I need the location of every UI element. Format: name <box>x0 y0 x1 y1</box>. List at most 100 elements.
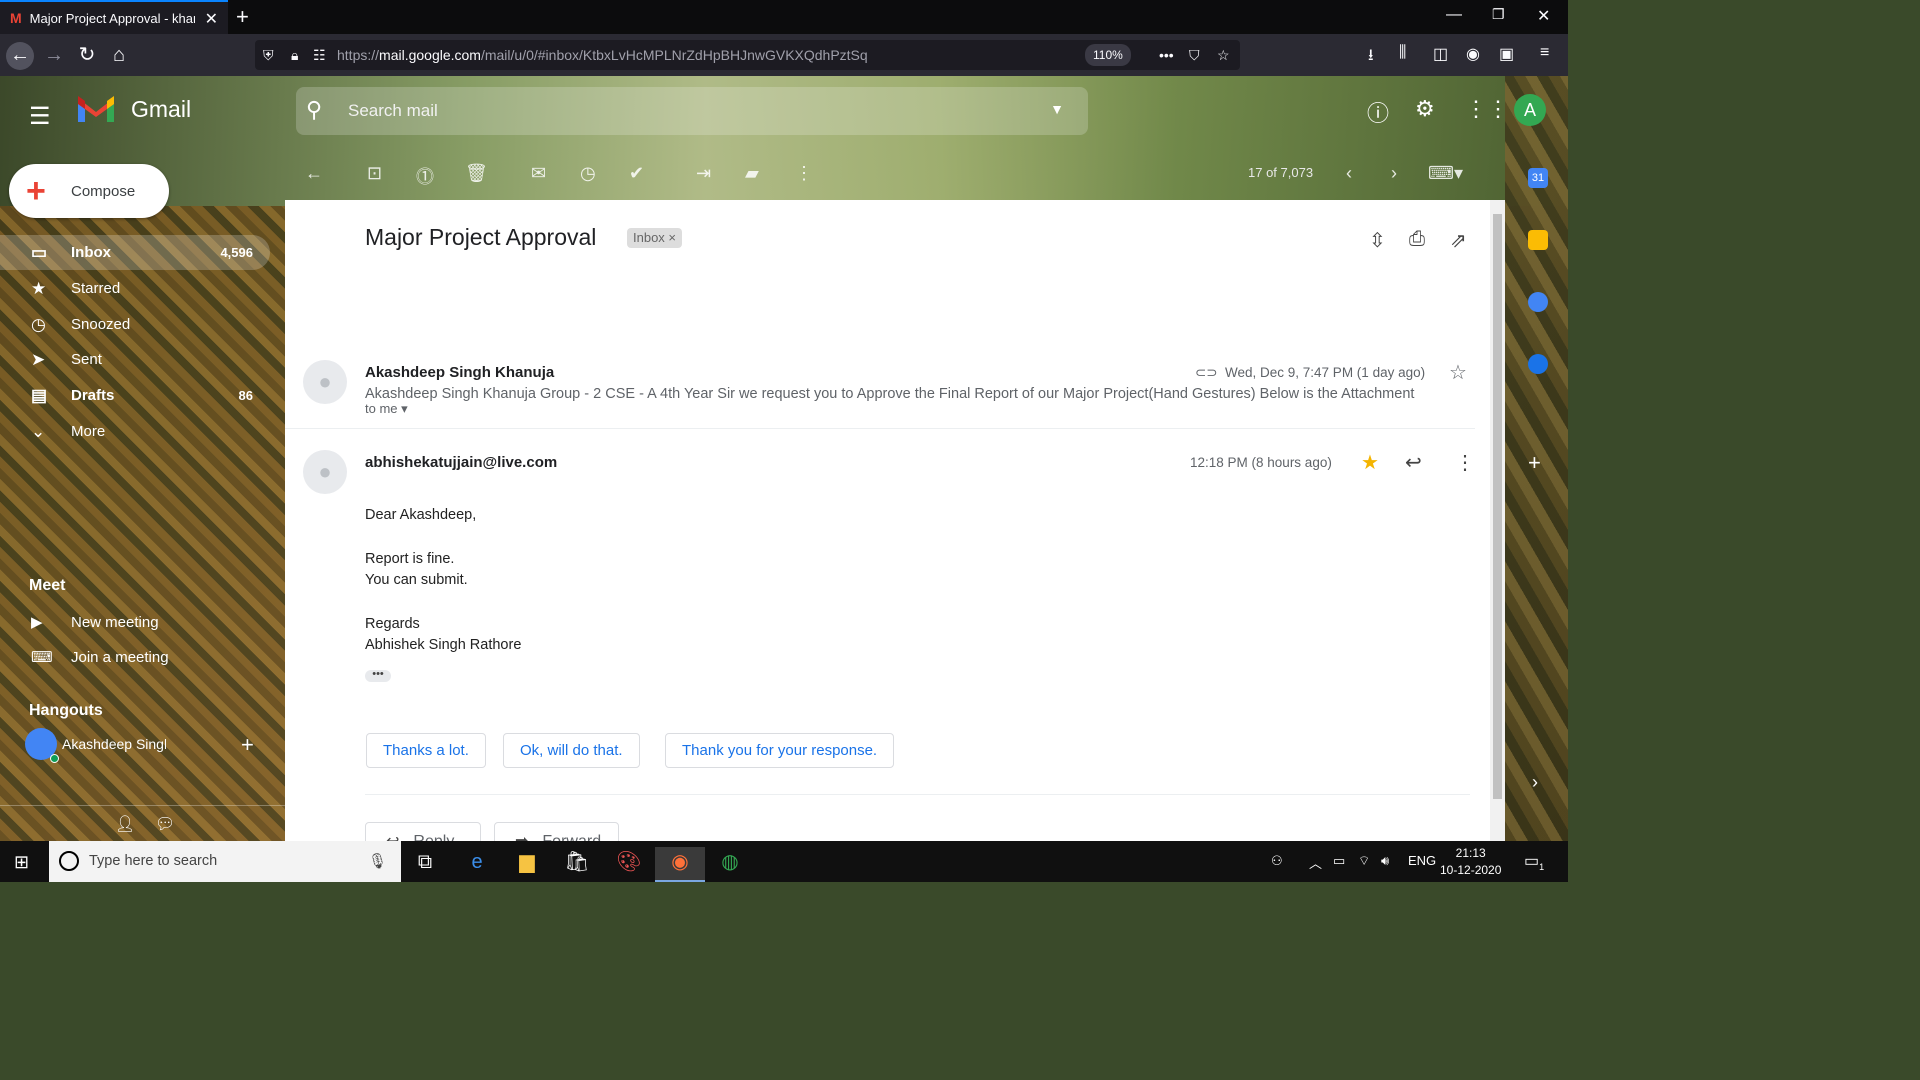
address-bar[interactable]: ⛨ 🔒︎ ☷ https://mail.google.com/mail/u/0/… <box>255 40 1240 70</box>
close-tab-icon[interactable]: ✕ <box>205 9 218 29</box>
menu-icon[interactable]: ≡ <box>1540 44 1549 62</box>
keep-icon[interactable] <box>1528 230 1548 250</box>
chrome-icon[interactable]: ◍ <box>705 847 755 882</box>
message-sender[interactable]: Akashdeep Singh Khanuja <box>365 364 554 381</box>
zoom-level[interactable]: 110% <box>1085 44 1131 66</box>
search-bar[interactable]: ⚲ ▼ <box>296 87 1088 135</box>
volume-icon[interactable]: 🔊︎ <box>1381 853 1389 869</box>
library-icon[interactable]: ⫼ <box>1399 44 1406 62</box>
archive-icon[interactable]: ⊡ <box>367 163 382 184</box>
compose-button[interactable]: + Compose <box>9 164 169 218</box>
get-addons-icon[interactable]: + <box>1528 450 1541 476</box>
contacts-app-icon[interactable] <box>1528 354 1548 374</box>
join-meeting-item[interactable]: ⌨ Join a meeting <box>0 640 270 674</box>
wifi-icon[interactable]: ⌔ <box>1358 853 1370 869</box>
message-snippet[interactable]: Akashdeep Singh Khanuja Group - 2 CSE - … <box>365 386 1414 402</box>
forward-button[interactable]: → <box>40 42 68 70</box>
label-icon[interactable]: ▰ <box>745 163 759 184</box>
smart-reply-button[interactable]: Thank you for your response. <box>665 733 895 768</box>
input-tools-icon[interactable]: ⌨▾ <box>1428 163 1463 184</box>
more-actions-icon[interactable]: ⋮ <box>1455 450 1475 475</box>
settings-gear-icon[interactable]: ⚙ <box>1415 96 1435 122</box>
file-explorer-icon[interactable]: ▆ <box>502 847 552 882</box>
message-sender[interactable]: abhishekatujjain@live.com <box>365 454 557 471</box>
expand-all-icon[interactable]: ⇳ <box>1369 228 1386 253</box>
star-toggle-icon[interactable]: ☆ <box>1449 360 1467 385</box>
taskbar-search[interactable]: Type here to search 🎙︎ <box>49 841 401 882</box>
smart-reply-button[interactable]: Thanks a lot. <box>366 733 486 768</box>
sidebar-item-starred[interactable]: ★ Starred <box>0 271 270 306</box>
main-menu-icon[interactable]: ☰ <box>29 102 51 131</box>
report-spam-icon[interactable]: ⓵ <box>416 163 434 189</box>
calendar-icon[interactable]: 31 <box>1528 168 1548 188</box>
add-task-icon[interactable]: ✔ <box>629 163 644 184</box>
account-icon[interactable]: ◉ <box>1466 44 1480 64</box>
shield-icon[interactable]: ⛨ <box>263 40 274 70</box>
inbox-label-tag[interactable]: Inbox × <box>627 228 683 248</box>
extension-icon[interactable]: ▣ <box>1499 44 1514 64</box>
show-side-panel-icon[interactable]: › <box>1532 772 1538 793</box>
reply-button[interactable]: ↩Reply <box>365 822 481 841</box>
sidebar-item-more[interactable]: ⌄ More <box>0 414 270 449</box>
pocket-icon[interactable]: ⛉ <box>1189 40 1200 70</box>
notifications-icon[interactable]: ▭1 <box>1524 851 1544 872</box>
account-avatar[interactable]: A <box>1514 94 1546 126</box>
browser-tab[interactable]: M Major Project Approval - khanuja ✕ <box>0 0 228 34</box>
add-hangout-icon[interactable]: + <box>241 732 254 758</box>
sidebar-item-inbox[interactable]: ▭ Inbox 4,596 <box>0 235 270 270</box>
smart-reply-button[interactable]: Ok, will do that. <box>503 733 640 768</box>
gmail-logo-icon[interactable] <box>76 94 116 124</box>
help-icon[interactable]: ⓘ <box>1367 96 1389 128</box>
sidebar-icon[interactable]: ◫ <box>1433 44 1448 64</box>
move-to-icon[interactable]: ⇥ <box>696 163 711 184</box>
search-input[interactable] <box>346 97 1006 125</box>
downloads-icon[interactable]: ⭳ <box>1368 44 1374 71</box>
back-to-inbox-icon[interactable]: ← <box>305 163 323 184</box>
minimize-icon[interactable]: — <box>1446 6 1462 24</box>
new-tab-button[interactable]: + <box>236 4 249 30</box>
battery-icon[interactable]: ▭ <box>1333 853 1345 869</box>
message-scrollbar[interactable] <box>1490 200 1505 841</box>
page-actions-icon[interactable]: ••• <box>1159 40 1174 70</box>
permissions-icon[interactable]: ☷ <box>313 40 326 70</box>
chat-bubble-icon[interactable]: 💬︎ <box>155 814 175 834</box>
more-options-icon[interactable]: ⋮ <box>795 163 813 184</box>
mark-unread-icon[interactable]: ✉ <box>531 163 546 184</box>
tasks-icon[interactable] <box>1528 292 1548 312</box>
forward-button[interactable]: ➡Forward <box>494 822 619 841</box>
older-icon[interactable]: › <box>1391 163 1397 184</box>
reload-button[interactable]: ↻ <box>73 42 101 70</box>
recipient-details[interactable]: to me ▾ <box>365 401 408 417</box>
restore-icon[interactable]: ❐ <box>1492 6 1505 23</box>
delete-icon[interactable]: 🗑︎ <box>465 163 488 184</box>
new-window-icon[interactable]: ⇗ <box>1450 228 1467 253</box>
back-button[interactable]: ← <box>6 42 34 70</box>
windows-start-icon[interactable]: ⊞ <box>14 852 29 873</box>
paint-icon[interactable]: 🎨︎ <box>604 847 654 882</box>
clock[interactable]: 21:13 10-12-2020 <box>1440 845 1501 879</box>
home-button[interactable]: ⌂ <box>105 42 133 70</box>
search-options-icon[interactable]: ▼ <box>1050 101 1064 117</box>
reply-icon[interactable]: ↩ <box>1405 450 1422 475</box>
store-icon[interactable]: 🛍︎ <box>552 847 602 882</box>
sidebar-item-sent[interactable]: ➤ Sent <box>0 342 270 377</box>
newer-icon[interactable]: ‹ <box>1346 163 1352 184</box>
people-icon[interactable]: ⚇ <box>1271 853 1283 869</box>
hangouts-contact-name[interactable]: Akashdeep Singh Khanuja <box>62 736 166 752</box>
show-hidden-icons-icon[interactable]: ︿ <box>1309 853 1322 872</box>
sidebar-item-snoozed[interactable]: ◷ Snoozed <box>0 307 270 342</box>
print-icon[interactable]: ⎙ <box>1409 228 1425 251</box>
contacts-icon[interactable]: 👤︎ <box>115 814 135 834</box>
show-trimmed-content-button[interactable]: ••• <box>365 669 391 682</box>
scrollbar-thumb[interactable] <box>1493 214 1502 799</box>
language-indicator[interactable]: ENG <box>1408 853 1436 868</box>
bookmark-star-icon[interactable]: ☆ <box>1217 40 1230 70</box>
sidebar-item-drafts[interactable]: ▤ Drafts 86 <box>0 378 270 413</box>
search-icon[interactable]: ⚲ <box>306 97 322 123</box>
starred-icon[interactable]: ★ <box>1361 450 1379 475</box>
microphone-icon[interactable]: 🎙︎ <box>368 852 387 870</box>
edge-icon[interactable]: e <box>452 847 502 882</box>
window-close-icon[interactable]: ✕ <box>1537 6 1550 26</box>
new-meeting-item[interactable]: ▶ New meeting <box>0 605 270 639</box>
firefox-icon[interactable]: ◉ <box>655 847 705 882</box>
